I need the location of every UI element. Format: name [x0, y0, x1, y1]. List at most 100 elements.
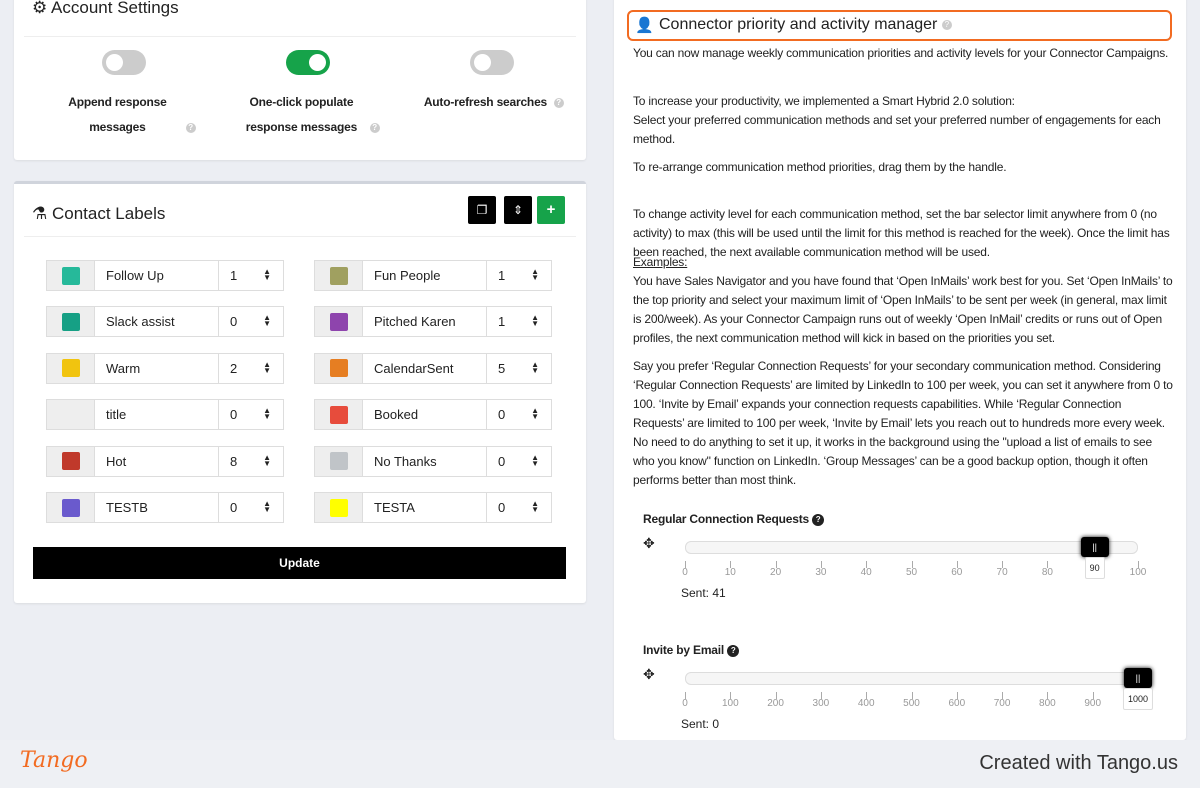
- slider-handle[interactable]: ||: [1080, 537, 1109, 557]
- tick-label: 300: [812, 698, 830, 709]
- label-count-stepper[interactable]: 0 ▲ ▼: [487, 400, 551, 429]
- toggle-setting: Auto-refresh searches ?: [397, 50, 587, 115]
- color-picker[interactable]: [315, 307, 363, 337]
- label-name-input[interactable]: TESTB: [95, 493, 219, 522]
- examples-heading: Examples:: [633, 255, 688, 269]
- label-count-stepper[interactable]: 2 ▲ ▼: [219, 354, 283, 383]
- slider-value: 90: [1084, 557, 1105, 579]
- label-count-stepper[interactable]: 0 ▲ ▼: [219, 493, 283, 522]
- color-picker[interactable]: [47, 493, 95, 522]
- color-picker[interactable]: [47, 353, 95, 383]
- color-swatch: [329, 266, 348, 285]
- color-picker[interactable]: [47, 446, 95, 476]
- add-label-button[interactable]: +: [537, 196, 565, 224]
- tick-label: 80: [1041, 567, 1053, 578]
- label-count-stepper[interactable]: 1 ▲ ▼: [219, 261, 283, 290]
- label-row: Booked 0 ▲ ▼: [314, 399, 552, 431]
- drag-handle-icon[interactable]: ✥: [643, 535, 655, 552]
- color-picker[interactable]: [315, 353, 363, 383]
- stepper-arrows-icon[interactable]: ▲ ▼: [263, 360, 271, 374]
- tick-label: 0: [682, 698, 688, 709]
- label-name-input[interactable]: Slack assist: [95, 307, 219, 337]
- label-name-input[interactable]: Follow Up: [95, 261, 219, 290]
- help-icon[interactable]: ?: [369, 122, 380, 133]
- color-swatch: [61, 452, 80, 471]
- label-count-stepper[interactable]: 0 ▲ ▼: [219, 307, 283, 336]
- stepper-arrows-icon[interactable]: ▲ ▼: [531, 453, 539, 467]
- tick-label: 500: [903, 698, 920, 709]
- label-count-stepper[interactable]: 0 ▲ ▼: [487, 493, 551, 522]
- slider-title: Invite by Email: [643, 643, 725, 657]
- color-picker[interactable]: [47, 307, 95, 337]
- tick-label: 100: [721, 698, 739, 709]
- color-swatch: [329, 312, 348, 331]
- toggle-label: Auto-refresh searches: [423, 95, 548, 109]
- stepper-arrows-icon[interactable]: ▲ ▼: [531, 268, 539, 282]
- account-settings-title: Account Settings: [51, 0, 179, 17]
- slider-track[interactable]: [685, 672, 1138, 685]
- label-name-input[interactable]: title: [95, 400, 219, 430]
- sort-icon: ⇕: [512, 203, 524, 217]
- toggle-switch[interactable]: [470, 50, 514, 75]
- divider: [24, 236, 576, 237]
- label-count: 0: [498, 500, 506, 515]
- label-count-stepper[interactable]: 1 ▲ ▼: [487, 307, 551, 336]
- help-icon[interactable]: ?: [941, 19, 952, 30]
- label-count-stepper[interactable]: 0 ▲ ▼: [219, 400, 283, 429]
- stepper-arrows-icon[interactable]: ▲ ▼: [263, 453, 271, 467]
- label-row: Pitched Karen 1 ▲ ▼: [314, 306, 552, 338]
- toggle-switch[interactable]: [102, 50, 146, 75]
- toggle-setting: One-click populate response messages ?: [213, 50, 403, 140]
- slider-track[interactable]: [685, 541, 1138, 554]
- label-count: 1: [498, 314, 506, 330]
- label-name-input[interactable]: Booked: [363, 400, 487, 430]
- tick-label: 200: [767, 698, 784, 709]
- help-icon[interactable]: ?: [727, 644, 740, 657]
- color-picker[interactable]: [47, 400, 95, 430]
- contact-labels-card: ⚗ Contact Labels ❐ ⇕ + Follow Up 1 ▲ ▼ Slack…: [14, 181, 586, 603]
- example-connection-text: Say you prefer ‘Regular Connection Reque…: [633, 359, 1173, 487]
- label-name-input[interactable]: Pitched Karen: [363, 307, 487, 337]
- drag-handle-icon[interactable]: ✥: [643, 666, 655, 683]
- toggle-switch[interactable]: [286, 50, 330, 75]
- label-count: 1: [498, 268, 506, 283]
- color-picker[interactable]: [315, 493, 363, 522]
- color-picker[interactable]: [315, 261, 363, 290]
- label-name-input[interactable]: No Thanks: [363, 446, 487, 476]
- stepper-arrows-icon[interactable]: ▲ ▼: [531, 500, 539, 514]
- stepper-arrows-icon[interactable]: ▲ ▼: [263, 314, 271, 328]
- label-count-stepper[interactable]: 1 ▲ ▼: [487, 261, 551, 290]
- update-button[interactable]: Update: [33, 547, 566, 579]
- help-icon[interactable]: ?: [185, 122, 196, 133]
- copy-button[interactable]: ❐: [468, 196, 496, 224]
- label-count: 0: [230, 314, 238, 330]
- stepper-arrows-icon[interactable]: ▲ ▼: [263, 407, 271, 421]
- label-count-stepper[interactable]: 8 ▲ ▼: [219, 447, 283, 476]
- stepper-arrows-icon[interactable]: ▲ ▼: [531, 360, 539, 374]
- color-picker[interactable]: [315, 400, 363, 430]
- contact-labels-title: Contact Labels: [51, 204, 166, 223]
- stepper-arrows-icon[interactable]: ▲ ▼: [263, 500, 271, 514]
- label-count-stepper[interactable]: 5 ▲ ▼: [487, 354, 551, 383]
- tick-label: 10: [724, 567, 736, 578]
- label-name-input[interactable]: Warm: [95, 353, 219, 383]
- help-icon[interactable]: ?: [553, 97, 564, 108]
- label-count-stepper[interactable]: 0 ▲ ▼: [487, 447, 551, 476]
- tick-label: 700: [993, 698, 1011, 709]
- label-name-input[interactable]: CalendarSent: [363, 353, 487, 383]
- slider-handle[interactable]: ||: [1124, 668, 1152, 688]
- color-picker[interactable]: [315, 446, 363, 476]
- label-row: CalendarSent 5 ▲ ▼: [314, 352, 552, 384]
- label-name-input[interactable]: Fun People: [363, 261, 487, 290]
- label-count: 1: [230, 268, 238, 283]
- label-name-input[interactable]: Hot: [95, 446, 219, 476]
- stepper-arrows-icon[interactable]: ▲ ▼: [531, 314, 539, 328]
- help-icon[interactable]: ?: [812, 513, 825, 526]
- color-swatch: [61, 359, 80, 378]
- stepper-arrows-icon[interactable]: ▲ ▼: [263, 268, 271, 282]
- stepper-arrows-icon[interactable]: ▲ ▼: [531, 407, 539, 421]
- sort-button[interactable]: ⇕: [504, 196, 532, 224]
- color-picker[interactable]: [47, 261, 95, 290]
- label-name-input[interactable]: TESTA: [363, 493, 487, 522]
- label-count: 0: [230, 407, 238, 423]
